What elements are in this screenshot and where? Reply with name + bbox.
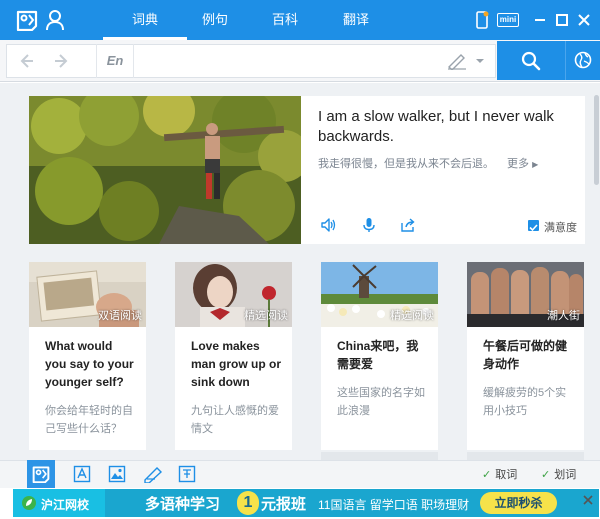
ad-headline: 多语种学习 [145,496,221,513]
handwriting-icon[interactable] [447,52,467,70]
daily-sentence-image [29,96,301,244]
satisfaction-label: 满意度 [544,222,577,234]
ad-cta-button[interactable]: 立即秒杀 [480,492,557,514]
app-logo-icon[interactable] [16,9,38,31]
article-card[interactable]: 精选阅读 China来吧，我需要爱 这些国家的名字如此浪漫 [321,262,438,450]
article-card-image: 精选阅读 [321,262,438,327]
article-title: What would you say to your younger self? [45,339,134,389]
phone-icon[interactable] [474,11,490,29]
article-card-image: 潮人街 [467,262,584,327]
maximize-icon[interactable] [552,10,572,30]
article-badge: 潮人街 [547,310,580,322]
daily-sentence-english: I am a slow walker, but I never walk bac… [318,108,554,145]
web-search-button[interactable] [565,41,600,80]
toggle-quci[interactable]: ✓ 取词 [482,466,517,482]
home-button[interactable] [27,460,55,488]
article-card[interactable]: 双语阅读 What would you say to your younger … [29,262,146,450]
back-arrow-icon[interactable] [17,52,35,70]
chevron-right-icon: ▶ [532,160,539,169]
tab-translate[interactable]: 翻译 [314,0,398,40]
mini-mode-button[interactable]: mini [497,13,519,27]
search-icon [521,51,541,71]
checkmark-icon: ✓ [482,469,492,481]
close-icon[interactable] [581,493,595,507]
more-link[interactable]: 更多 ▶ [507,155,538,171]
ad-brand-logo: 沪江网校 [13,489,105,517]
toggle-huaci[interactable]: ✓ 划词 [541,466,576,482]
user-icon[interactable] [45,9,65,31]
microphone-icon[interactable] [361,217,377,233]
app-logo-icon [32,466,50,483]
article-card-image: 精选阅读 [175,262,292,327]
speaker-icon[interactable] [320,217,336,233]
article-card-image: 双语阅读 [29,262,146,327]
ad-brand-name: 沪江网校 [41,498,90,512]
search-input[interactable] [138,46,438,76]
ad-headline-suffix: 元报班 [261,496,307,513]
checkmark-icon [529,224,538,232]
article-card[interactable]: 精选阅读 Love makes man grow up or sink down… [175,262,292,450]
globe-icon [574,51,592,69]
more-link-label: 更多 [507,158,529,170]
daily-sentence-chinese: 我走得很慢，但是我从来不会后退。 [318,158,494,170]
article-title: China来吧，我需要爱 [337,339,419,371]
brand-leaf-icon [22,496,36,510]
article-description: 缓解疲劳的5个实用小技巧 [483,387,567,417]
ad-banner[interactable]: 沪江网校 多语种学习 1 元报班 11国语言 留学口语 职场理财 立即秒杀 [13,489,599,517]
article-badge: 精选阅读 [244,310,288,322]
article-badge: 精选阅读 [390,310,434,322]
article-title: 午餐后可做的健身动作 [483,339,568,371]
pen-icon[interactable] [143,465,163,483]
article-card[interactable]: 潮人街 午餐后可做的健身动作 缓解疲劳的5个实用小技巧 [467,262,584,450]
checkmark-icon: ✓ [541,469,551,481]
language-selector[interactable]: En [96,44,134,78]
article-description: 这些国家的名字如此浪漫 [337,387,425,417]
article-title: Love makes man grow up or sink down [191,339,281,389]
translate-icon[interactable] [178,465,196,483]
article-description: 你会给年轻时的自己写些什么话？ [45,405,133,435]
chevron-down-icon[interactable] [475,57,485,65]
article-card-peek [467,452,584,460]
ad-price-badge: 1 [237,491,259,515]
toggle-quci-label: 取词 [495,469,518,481]
article-description: 九句让人感慨的爱情文 [191,405,279,435]
minimize-icon[interactable] [530,10,550,30]
toggle-huaci-label: 划词 [554,469,577,481]
scrollbar-thumb[interactable] [594,95,599,185]
search-button[interactable] [497,41,565,80]
text-icon[interactable] [73,465,91,483]
share-icon[interactable] [400,217,416,233]
article-badge: 双语阅读 [98,310,142,322]
forward-arrow-icon[interactable] [53,52,71,70]
satisfaction-checkbox[interactable] [528,220,539,232]
image-icon[interactable] [108,465,126,483]
ad-subtitle: 11国语言 留学口语 职场理财 [318,498,470,512]
close-icon[interactable] [574,10,594,30]
article-card-peek [321,452,438,460]
